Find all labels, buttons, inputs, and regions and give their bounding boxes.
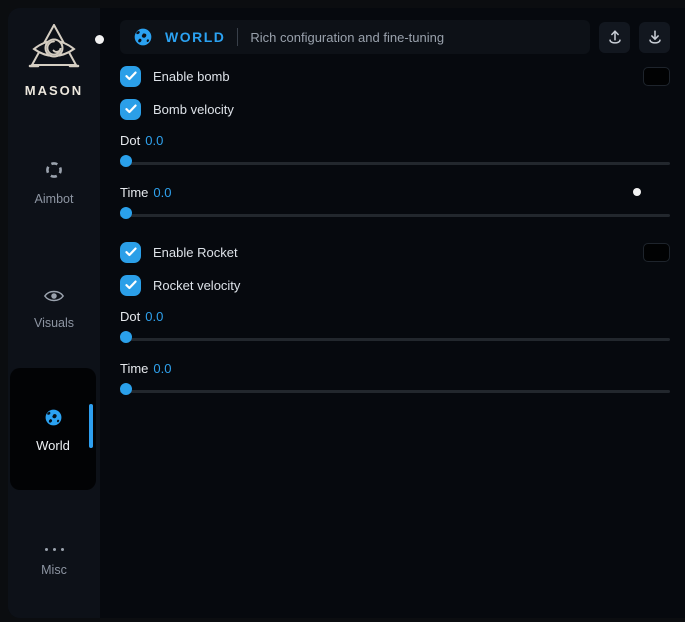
divider	[237, 28, 238, 46]
globe-icon	[44, 408, 63, 427]
sidebar-item-label: World	[10, 438, 96, 453]
checkbox-label: Rocket velocity	[153, 278, 240, 293]
slider-track[interactable]	[120, 162, 670, 165]
upload-config-button[interactable]	[599, 22, 630, 53]
slider-thumb[interactable]	[120, 155, 132, 167]
sidebar-item-label: Misc	[8, 563, 100, 577]
slider-bomb-time: Time0.0	[120, 185, 670, 224]
checkbox-label: Enable Rocket	[153, 245, 238, 260]
bomb-color-swatch[interactable]	[643, 67, 670, 86]
upload-icon	[606, 28, 624, 46]
page-header: WORLD Rich configuration and fine-tuning	[120, 20, 670, 54]
download-config-button[interactable]	[639, 22, 670, 53]
checkbox-row-enable-rocket: Enable Rocket	[120, 241, 670, 263]
content-panel: WORLD Rich configuration and fine-tuning	[100, 8, 685, 618]
enable-rocket-checkbox[interactable]	[120, 242, 141, 263]
slider-label: Dot0.0	[120, 133, 670, 148]
slider-value: 0.0	[145, 133, 163, 148]
slider-value: 0.0	[153, 361, 171, 376]
slider-thumb[interactable]	[120, 207, 132, 219]
checkbox-row-rocket-velocity: Rocket velocity	[120, 274, 670, 296]
slider-label: Dot0.0	[120, 309, 670, 324]
globe-icon	[133, 27, 153, 47]
slider-rocket-time: Time0.0	[120, 361, 670, 400]
ellipsis-icon	[45, 544, 64, 556]
checkbox-row-bomb-velocity: Bomb velocity	[120, 98, 670, 120]
slider-label: Time0.0	[120, 361, 670, 376]
sidebar-item-world[interactable]: World	[10, 368, 96, 490]
sidebar-item-misc[interactable]: Misc	[8, 538, 100, 577]
rocket-velocity-checkbox[interactable]	[120, 275, 141, 296]
slider-bomb-dot: Dot0.0	[120, 133, 670, 172]
active-tab-indicator	[89, 404, 93, 448]
slider-value: 0.0	[145, 309, 163, 324]
sidebar-item-visuals[interactable]: Visuals	[8, 288, 100, 330]
slider-thumb[interactable]	[120, 331, 132, 343]
cursor-dot	[633, 188, 641, 196]
sidebar-item-label: Aimbot	[8, 192, 100, 206]
enable-bomb-checkbox[interactable]	[120, 66, 141, 87]
header-title-bar: WORLD Rich configuration and fine-tuning	[120, 20, 590, 54]
checkbox-label: Enable bomb	[153, 69, 230, 84]
eye-icon	[43, 288, 65, 304]
slider-rocket-dot: Dot0.0	[120, 309, 670, 348]
slider-track[interactable]	[120, 338, 670, 341]
sidebar: MASON Aimbot Visuals	[8, 8, 100, 618]
rocket-color-swatch[interactable]	[643, 243, 670, 262]
app-logo: MASON	[8, 22, 100, 98]
slider-track[interactable]	[120, 214, 670, 217]
crosshair-icon	[44, 160, 64, 180]
checkbox-label: Bomb velocity	[153, 102, 234, 117]
slider-label: Time0.0	[120, 185, 670, 200]
logo-wordmark: MASON	[8, 83, 100, 98]
page-title: WORLD	[165, 29, 225, 45]
download-icon	[646, 28, 664, 46]
bomb-velocity-checkbox[interactable]	[120, 99, 141, 120]
page-subtitle: Rich configuration and fine-tuning	[250, 30, 444, 45]
slider-value: 0.0	[153, 185, 171, 200]
sidebar-item-label: Visuals	[8, 316, 100, 330]
slider-thumb[interactable]	[120, 383, 132, 395]
mason-eye-triangle-logo-icon	[25, 22, 83, 74]
cursor-dot	[95, 35, 104, 44]
checkbox-row-enable-bomb: Enable bomb	[120, 65, 670, 87]
slider-track[interactable]	[120, 390, 670, 393]
app-window: MASON Aimbot Visuals	[8, 8, 685, 618]
sidebar-item-aimbot[interactable]: Aimbot	[8, 160, 100, 206]
